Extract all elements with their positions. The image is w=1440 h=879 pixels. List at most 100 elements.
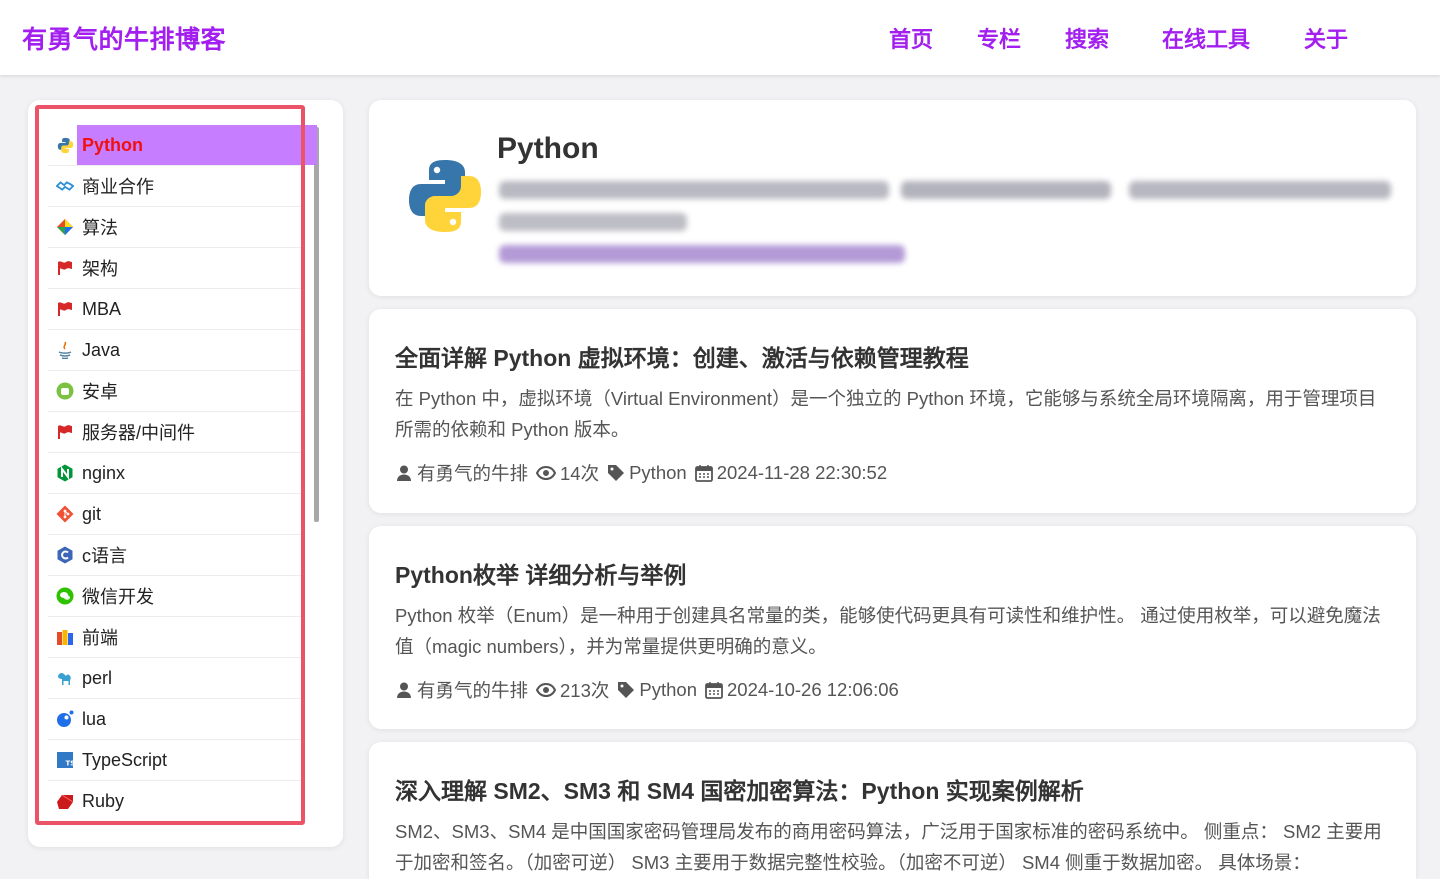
category-item-business[interactable]: 商业合作 (48, 166, 302, 207)
nav-columns[interactable]: 专栏 (977, 22, 1021, 54)
eye-icon (536, 465, 557, 481)
category-item-python[interactable]: Python (48, 125, 317, 166)
redacted-text (499, 181, 889, 199)
user-icon (397, 465, 411, 481)
post-title[interactable]: 全面详解 Python 虚拟环境：创建、激活与依赖管理教程 (395, 339, 969, 373)
flag-icon (56, 259, 74, 277)
category-label: 架构 (82, 259, 118, 279)
java-icon (56, 341, 74, 359)
post-card[interactable]: Python枚举 详细分析与举例 Python 枚举（Enum）是一种用于创建具… (369, 526, 1416, 729)
python-logo-icon (405, 156, 485, 236)
post-tag-label: Python (639, 679, 697, 700)
category-item-frontend[interactable]: 前端 (48, 617, 302, 658)
post-views: 14次 (536, 460, 599, 486)
post-views: 213次 (536, 677, 609, 703)
category-list: Python 商业合作 算法 架构 MBA Java 安卓 服务器/中间件 ng… (48, 125, 317, 822)
topic-header-card: Python (369, 100, 1416, 296)
sidebar-scrollbar[interactable] (314, 127, 319, 522)
post-meta: 有勇气的牛排 14次 Python 2024-11-28 22:30:52 (395, 460, 887, 486)
category-label: 算法 (82, 218, 118, 238)
post-card[interactable]: 全面详解 Python 虚拟环境：创建、激活与依赖管理教程 在 Python 中… (369, 309, 1416, 513)
android-icon (56, 382, 74, 400)
post-date-text: 2024-10-26 12:06:06 (727, 679, 899, 700)
category-label: 安卓 (82, 382, 118, 402)
calendar-icon (694, 465, 713, 482)
category-label: TypeScript (82, 749, 168, 770)
category-item-wechat[interactable]: 微信开发 (48, 576, 302, 617)
post-title[interactable]: Python枚举 详细分析与举例 (395, 556, 686, 590)
flag-icon (56, 423, 74, 441)
category-item-mba[interactable]: MBA (48, 289, 302, 330)
flag-icon (56, 300, 74, 318)
post-date: 2024-11-28 22:30:52 (694, 462, 888, 484)
topic-title: Python (497, 132, 599, 165)
post-excerpt: SM2、SM3、SM4 是中国国家密码管理局发布的商用密码算法，广泛用于国家标准… (395, 821, 1382, 873)
post-author-name: 有勇气的牛排 (417, 680, 529, 701)
post-card[interactable]: 深入理解 SM2、SM3 和 SM4 国密加密算法：Python 实现案例解析 … (369, 742, 1416, 879)
nav-online-tools[interactable]: 在线工具 (1162, 22, 1250, 54)
category-item-nginx[interactable]: nginx (48, 453, 302, 494)
handshake-icon (56, 177, 74, 195)
category-label: 商业合作 (82, 177, 154, 197)
site-header: 有勇气的牛排博客 首页 专栏 搜索 在线工具 关于 (0, 0, 1440, 75)
nav-about[interactable]: 关于 (1304, 22, 1348, 54)
tag-icon (608, 465, 625, 481)
category-label: c语言 (82, 546, 127, 566)
nginx-icon (56, 464, 74, 482)
category-item-lua[interactable]: lua (48, 699, 302, 740)
nav-home[interactable]: 首页 (889, 22, 933, 54)
category-item-java[interactable]: Java (48, 330, 302, 371)
category-label: MBA (82, 298, 122, 319)
redacted-text (1129, 181, 1391, 199)
post-title[interactable]: 深入理解 SM2、SM3 和 SM4 国密加密算法：Python 实现案例解析 (395, 772, 1084, 806)
category-label: Python (82, 134, 143, 155)
post-date-text: 2024-11-28 22:30:52 (716, 462, 888, 483)
c-icon (56, 546, 74, 564)
category-label: 前端 (82, 628, 118, 648)
user-icon (397, 682, 411, 698)
category-item-ruby[interactable]: Ruby (48, 781, 302, 822)
post-author-name: 有勇气的牛排 (417, 463, 529, 484)
category-label: git (82, 503, 102, 524)
category-item-server-middleware[interactable]: 服务器/中间件 (48, 412, 302, 453)
post-meta: 有勇气的牛排 213次 Python 2024-10-26 12:06:06 (395, 677, 899, 703)
svg-text:TS: TS (66, 760, 74, 768)
main-nav: 首页 专栏 搜索 在线工具 关于 (0, 22, 1440, 54)
category-item-c[interactable]: c语言 (48, 535, 302, 576)
redacted-tags (499, 245, 905, 263)
redacted-text (901, 181, 1111, 199)
typescript-icon: TS (56, 751, 74, 769)
category-item-android[interactable]: 安卓 (48, 371, 302, 412)
calendar-icon (705, 682, 723, 699)
post-tag[interactable]: Python (617, 679, 697, 701)
frontend-icon (56, 628, 74, 646)
category-label: lua (82, 708, 107, 729)
category-label: perl (82, 667, 113, 688)
tag-icon (618, 682, 635, 698)
eye-icon (536, 682, 557, 698)
post-tag-label: Python (629, 462, 687, 483)
category-item-architecture[interactable]: 架构 (48, 248, 302, 289)
category-label: Ruby (82, 791, 125, 811)
post-date: 2024-10-26 12:06:06 (705, 679, 899, 701)
category-item-algorithm[interactable]: 算法 (48, 207, 302, 248)
post-excerpt: 在 Python 中，虚拟环境（Virtual Environment）是一个独… (395, 388, 1377, 440)
category-item-typescript[interactable]: TS TypeScript (48, 740, 302, 781)
nav-search[interactable]: 搜索 (1065, 22, 1109, 54)
cube-icon (56, 218, 74, 236)
lua-icon (56, 710, 74, 728)
post-excerpt: Python 枚举（Enum）是一种用于创建具名常量的类，能够使代码更具有可读性… (395, 605, 1381, 657)
post-views-count: 213次 (560, 680, 610, 701)
category-item-git[interactable]: git (48, 494, 302, 535)
redacted-text (499, 213, 687, 231)
git-icon (56, 505, 74, 523)
wechat-icon (56, 587, 74, 605)
post-author: 有勇气的牛排 (395, 460, 528, 486)
category-item-perl[interactable]: perl (48, 658, 302, 699)
post-views-count: 14次 (560, 463, 600, 484)
category-label: Java (82, 339, 121, 360)
post-author: 有勇气的牛排 (395, 677, 528, 703)
category-label: 微信开发 (82, 587, 154, 607)
python-icon (56, 136, 74, 154)
post-tag[interactable]: Python (607, 462, 687, 484)
